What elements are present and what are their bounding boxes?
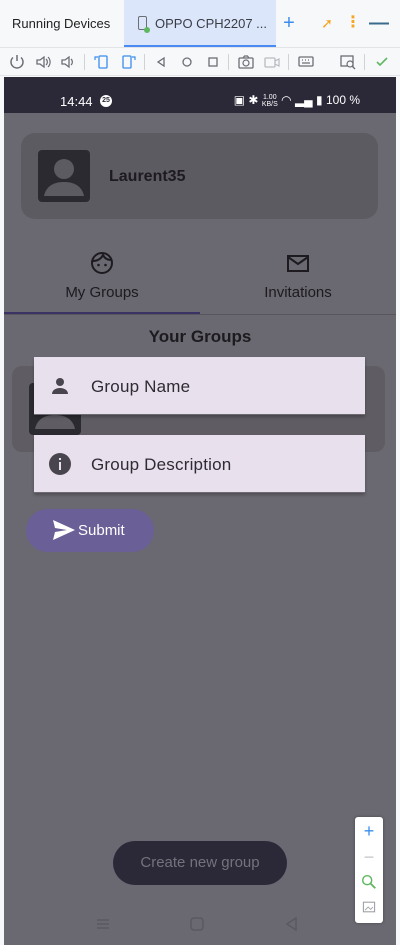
zoom-actual-icon[interactable]	[359, 873, 379, 893]
nfc-icon: ▣	[233, 93, 246, 107]
tab-label: Invitations	[264, 284, 332, 301]
create-group-label: Create new group	[140, 854, 260, 871]
tab-invitations[interactable]: Invitations	[200, 242, 396, 315]
status-time: 14:44	[60, 94, 93, 109]
system-navigation-bar	[4, 903, 396, 945]
signal-icon: ▂▄	[294, 93, 313, 107]
more-options-icon[interactable]: ⋮	[342, 10, 364, 36]
section-title: Your Groups	[148, 327, 252, 346]
create-group-button[interactable]: Create new group	[113, 841, 287, 885]
mail-icon	[287, 255, 309, 272]
rotate-right-icon[interactable]	[118, 52, 138, 72]
menu-icon[interactable]	[92, 913, 114, 935]
online-status-dot	[144, 27, 150, 33]
panel-title: Running Devices	[12, 16, 111, 31]
battery-icon: ▮	[316, 93, 323, 107]
camera-icon[interactable]	[236, 52, 256, 72]
device-screen[interactable]: 14:44 25 ▣ ✱ 1.00 KB/S ◠ ▂▄ ▮ 100 % Laur…	[4, 77, 396, 945]
video-record-icon[interactable]	[262, 52, 282, 72]
tab-label: My Groups	[65, 284, 139, 301]
toolbar-divider	[84, 54, 85, 70]
group-description-label: Group Description	[91, 455, 232, 474]
submit-button[interactable]: Submit	[26, 509, 154, 552]
avatar	[38, 150, 90, 202]
submit-label: Submit	[78, 522, 125, 539]
person-icon	[44, 159, 84, 196]
profile-username: Laurent35	[109, 168, 186, 185]
rotate-left-icon[interactable]	[92, 52, 112, 72]
group-description-field[interactable]: Group Description	[34, 435, 365, 493]
zoom-in-icon[interactable]: +	[359, 821, 379, 841]
info-icon	[49, 453, 71, 475]
toolbar-divider	[288, 54, 289, 70]
send-icon	[53, 520, 75, 540]
divider	[4, 314, 396, 315]
volume-down-icon[interactable]	[58, 52, 78, 72]
zoom-controls: + −	[355, 817, 383, 923]
person-icon	[52, 378, 68, 394]
tab-my-groups[interactable]: My Groups	[4, 242, 200, 315]
inspect-icon[interactable]	[338, 52, 358, 72]
home-button-icon[interactable]	[186, 913, 208, 935]
overview-icon[interactable]	[203, 52, 223, 72]
device-tab-label: OPPO CPH2207 ...	[155, 16, 267, 31]
net-speed-value: 1.00	[262, 93, 277, 101]
device-tab[interactable]: OPPO CPH2207 ...	[124, 0, 276, 47]
group-name-label: Group Name	[91, 377, 191, 396]
add-device-button[interactable]: +	[278, 10, 300, 36]
zoom-out-icon[interactable]: −	[359, 847, 379, 867]
zoom-fit-icon[interactable]	[359, 899, 379, 919]
notification-badge: 25	[100, 95, 112, 107]
keyboard-icon[interactable]	[296, 52, 316, 72]
status-bar: 14:44 25 ▣ ✱ 1.00 KB/S ◠ ▂▄ ▮ 100 %	[4, 77, 396, 113]
battery-level: 100 %	[325, 93, 360, 107]
bluetooth-icon: ✱	[248, 93, 259, 107]
group-name-field[interactable]: Group Name	[34, 357, 365, 415]
profile-card[interactable]: Laurent35	[21, 133, 378, 219]
running-devices-header: Running Devices OPPO CPH2207 ... + ➚ ⋮ —	[0, 0, 400, 48]
device-toolbar	[0, 48, 400, 76]
expand-arrow-icon[interactable]: ➚	[316, 10, 338, 36]
back-button-icon[interactable]	[280, 913, 302, 935]
status-icons: ▣ ✱ 1.00 KB/S ◠ ▂▄ ▮ 100 %	[234, 93, 360, 108]
back-icon[interactable]	[151, 52, 171, 72]
face-icon	[91, 252, 113, 274]
net-speed-unit: KB/S	[261, 100, 278, 108]
toolbar-divider	[228, 54, 229, 70]
checkmark-icon[interactable]	[372, 52, 392, 72]
toolbar-divider	[364, 54, 365, 70]
power-icon[interactable]	[7, 52, 27, 72]
toolbar-divider	[144, 54, 145, 70]
net-speed: 1.00 KB/S	[262, 94, 278, 108]
tab-bar: My Groups Invitations	[4, 242, 396, 315]
home-icon[interactable]	[177, 52, 197, 72]
wifi-icon: ◠	[281, 93, 292, 107]
volume-up-icon[interactable]	[33, 52, 53, 72]
minimize-icon[interactable]: —	[368, 10, 390, 36]
